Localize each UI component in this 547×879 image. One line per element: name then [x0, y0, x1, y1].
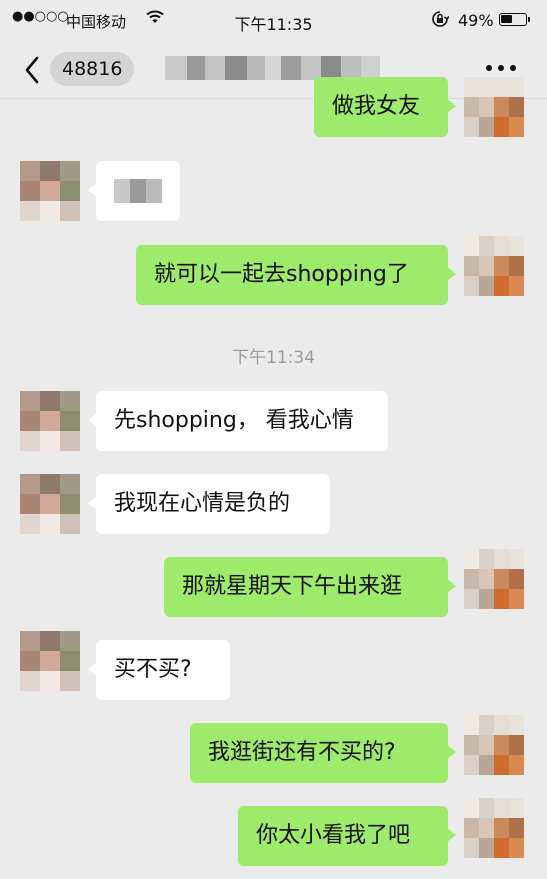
message-text: 我逛街还有不买的?: [208, 740, 396, 765]
battery-fill: [501, 15, 512, 23]
blurred-message-text: [114, 179, 162, 203]
message-timestamp: 下午11:34: [232, 348, 315, 368]
message-text: 你太小看我了吧: [256, 823, 411, 848]
battery-tip: [528, 17, 530, 22]
message-bubble-outgoing[interactable]: 你太小看我了吧: [238, 806, 456, 866]
back-button[interactable]: 48816: [20, 52, 135, 88]
message-text: 买不买?: [114, 657, 192, 682]
chevron-left-icon: [25, 56, 39, 84]
my-avatar[interactable]: [464, 77, 524, 137]
message-bubble-incoming[interactable]: 先shopping， 看我心情: [88, 391, 388, 451]
message-list[interactable]: 做我女友 就可以一起去shopping了 下午11:34 先shopping， …: [0, 77, 547, 879]
message-bubble-incoming[interactable]: 我现在心情是负的: [88, 474, 330, 534]
message-text: 先shopping， 看我心情: [114, 408, 354, 433]
avatar-image: [464, 798, 524, 858]
contact-avatar[interactable]: [20, 631, 80, 691]
battery-icon: [499, 13, 527, 26]
avatar-image: [464, 236, 524, 296]
my-avatar[interactable]: [464, 715, 524, 775]
message-text: 我现在心情是负的: [114, 491, 291, 516]
contact-avatar[interactable]: [20, 474, 80, 534]
message-bubble-outgoing[interactable]: 就可以一起去shopping了: [136, 245, 456, 305]
battery-percent: 49%: [458, 11, 494, 30]
my-avatar[interactable]: [464, 549, 524, 609]
message-bubble-outgoing[interactable]: 那就星期天下午出来逛: [164, 557, 456, 617]
contact-avatar[interactable]: [20, 391, 80, 451]
contact-avatar[interactable]: [20, 161, 80, 221]
unread-count-badge: 48816: [50, 52, 135, 86]
message-text: 那就星期天下午出来逛: [182, 574, 403, 599]
status-bar: ●●○○○ 中国移动 下午11:35 49%: [0, 0, 547, 38]
avatar-image: [20, 474, 80, 534]
message-bubble-outgoing[interactable]: 做我女友: [314, 77, 456, 137]
message-text: 就可以一起去shopping了: [154, 262, 409, 287]
avatar-image: [464, 77, 524, 137]
avatar-image: [464, 715, 524, 775]
avatar-image: [20, 391, 80, 451]
more-options-icon[interactable]: [484, 62, 518, 74]
message-bubble-incoming[interactable]: 买不买?: [88, 640, 230, 700]
message-bubble-incoming[interactable]: [88, 161, 180, 221]
my-avatar[interactable]: [464, 798, 524, 858]
rotation-lock-icon: [432, 11, 449, 27]
avatar-image: [20, 631, 80, 691]
message-text: 做我女友: [332, 94, 421, 119]
avatar-image: [464, 549, 524, 609]
my-avatar[interactable]: [464, 236, 524, 296]
message-bubble-outgoing[interactable]: 我逛街还有不买的?: [190, 723, 456, 783]
avatar-image: [20, 161, 80, 221]
